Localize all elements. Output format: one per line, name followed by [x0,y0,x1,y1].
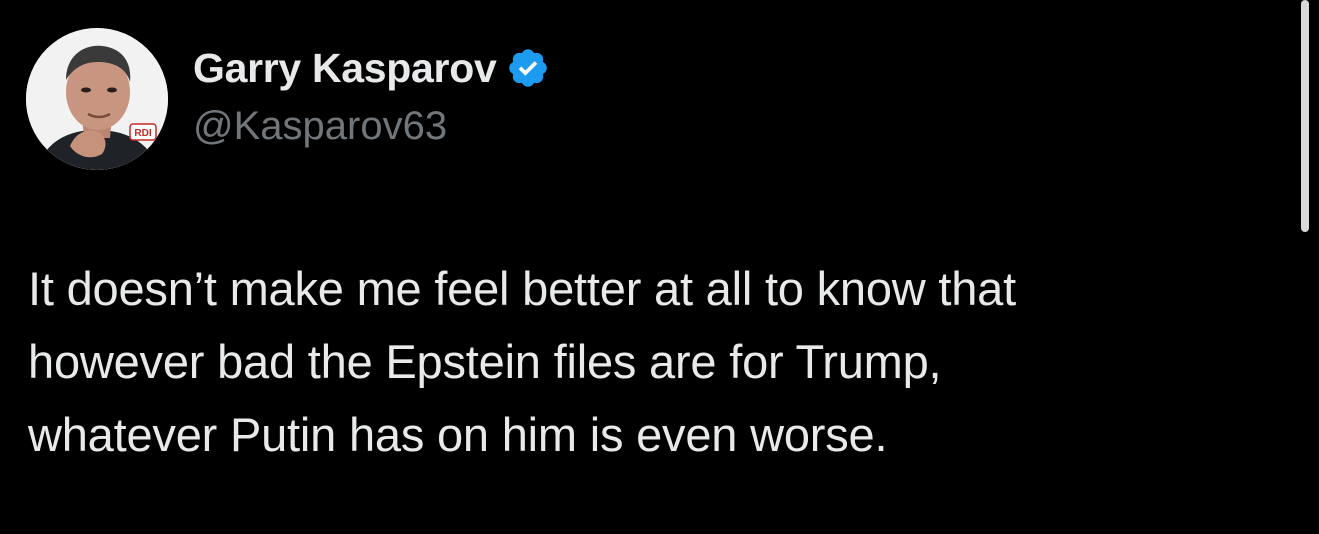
display-name[interactable]: Garry Kasparov [193,42,497,94]
tweet-card: RDI Garry Kasparov @Kasparov63 It doesn’… [0,0,1319,534]
verified-badge-icon [506,46,550,90]
user-info: Garry Kasparov @Kasparov63 [193,42,550,152]
avatar-badge-text: RDI [134,128,151,139]
tweet-text-line: whatever Putin has on him is even worse. [28,408,888,461]
scrollbar-thumb[interactable] [1301,0,1309,232]
tweet-text-line: however bad the Epstein files are for Tr… [28,335,942,388]
avatar[interactable]: RDI [26,28,168,170]
user-handle[interactable]: @Kasparov63 [193,100,550,152]
tweet-text: It doesn’t make me feel better at all to… [28,252,1268,471]
name-row: Garry Kasparov [193,42,550,94]
tweet-text-line: It doesn’t make me feel better at all to… [28,262,1016,315]
avatar-image: RDI [26,28,168,170]
